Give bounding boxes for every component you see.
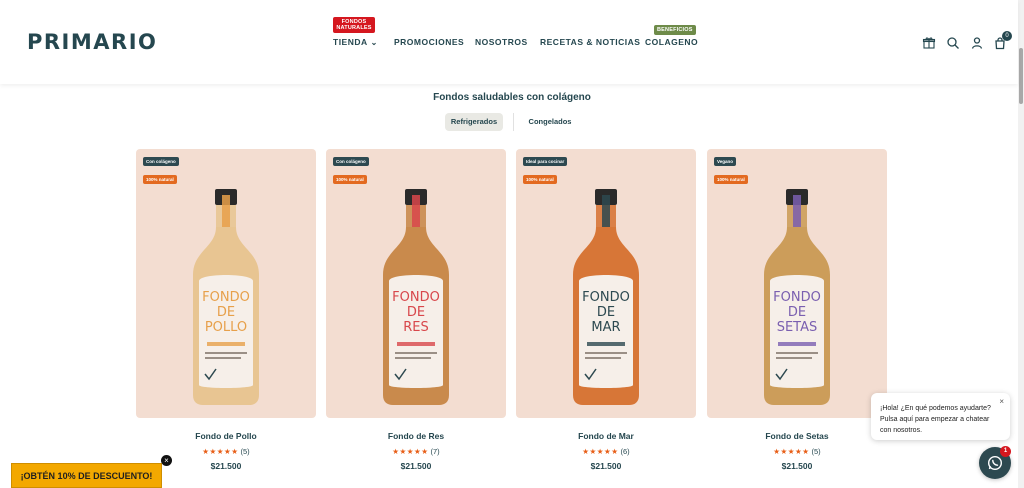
bottle-image: FONDODEMAR [573, 189, 639, 405]
product-card: Con colágeno 100% natural FONDO DE RES Fon… [326, 149, 506, 488]
product-image[interactable]: Ideal para cocinar 100% natural FONDO DE M… [516, 149, 696, 418]
chat-bubble[interactable]: × ¡Hola! ¿En qué podemos ayudarte? Pulsa… [871, 393, 1010, 440]
bottle-image: FONDODEPOLLO [193, 189, 259, 405]
nav-item-promociones[interactable]: PROMOCIONES [394, 37, 464, 47]
svg-text:MAR: MAR [591, 320, 620, 335]
svg-text:RES: RES [403, 320, 429, 335]
product-name[interactable]: Fondo de Pollo [136, 431, 316, 441]
nav-badge-fondos-naturales: FONDOS NATURALES [333, 17, 375, 33]
product-image[interactable]: Con colágeno 100% natural FONDO DE RES [326, 149, 506, 418]
gift-icon[interactable] [922, 36, 936, 50]
svg-text:POLLO: POLLO [205, 320, 247, 335]
tab-congelados[interactable]: Congelados [522, 113, 578, 131]
chat-close-button[interactable]: × [999, 396, 1004, 407]
search-icon[interactable] [946, 36, 960, 50]
product-image[interactable]: Vegano 100% natural FONDO DE SETAS [707, 149, 887, 418]
product-price: $21.500 [590, 461, 622, 471]
nav-item-nosotros[interactable]: NOSOTROS [475, 37, 528, 47]
star-rating-icon: ★★★★★ [582, 447, 619, 456]
tab-refrigerados[interactable]: Refrigerados [445, 113, 503, 131]
natural-tag: 100% natural [523, 175, 557, 184]
promo-close-button[interactable]: × [161, 455, 172, 466]
product-card: Ideal para cocinar 100% natural FONDO DE M… [516, 149, 696, 488]
svg-text:DE: DE [597, 305, 615, 320]
tab-divider [513, 113, 514, 131]
product-name[interactable]: Fondo de Mar [516, 431, 696, 441]
review-count: (6) [620, 447, 630, 456]
star-rating-icon: ★★★★★ [392, 447, 429, 456]
section-title: Fondos saludables con colágeno [433, 92, 591, 103]
chat-unread-badge: 1 [1000, 446, 1011, 457]
product-tag: Con colágeno [143, 157, 179, 166]
chevron-down-icon: ⌄ [370, 38, 378, 47]
svg-text:DE: DE [788, 305, 806, 320]
nav-item-recetas-noticias[interactable]: RECETAS & NOTICIAS [540, 37, 640, 47]
nav-item-tienda[interactable]: TIENDA ⌄ [333, 37, 378, 47]
svg-text:FONDO: FONDO [582, 290, 630, 305]
product-price: $21.500 [400, 461, 432, 471]
nav-badge-beneficios: BENEFICIOS [654, 25, 696, 35]
product-card: Vegano 100% natural FONDO DE SETAS Fondo d… [707, 149, 887, 488]
nav-item-colageno[interactable]: COLAGENO [645, 37, 698, 47]
product-card: Con colágeno 100% natural FONDO DE POLLO F… [136, 149, 316, 488]
bottle-image: FONDODESETAS [764, 189, 830, 405]
natural-tag: 100% natural [333, 175, 367, 184]
review-count: (5) [811, 447, 821, 456]
product-rating[interactable]: ★★★★★ (7) [326, 447, 506, 456]
product-rating[interactable]: ★★★★★ (5) [707, 447, 887, 456]
whatsapp-icon [987, 455, 1003, 471]
svg-text:FONDO: FONDO [773, 290, 821, 305]
product-name[interactable]: Fondo de Setas [707, 431, 887, 441]
page: PRIMARIO FONDOS NATURALES TIENDA ⌄ PROMOC… [0, 0, 1024, 488]
review-count: (5) [240, 447, 250, 456]
product-tag: Con colágeno [333, 157, 369, 166]
nav-label-tienda: TIENDA [333, 37, 368, 47]
star-rating-icon: ★★★★★ [773, 447, 810, 456]
natural-tag: 100% natural [143, 175, 177, 184]
scrollbar[interactable] [1018, 0, 1024, 488]
svg-text:DE: DE [407, 305, 425, 320]
natural-tag: 100% natural [714, 175, 748, 184]
product-tag: Ideal para cocinar [523, 157, 568, 166]
discount-promo-button[interactable]: ¡OBTÉN 10% DE DESCUENTO! [11, 463, 162, 488]
main-nav: FONDOS NATURALES TIENDA ⌄ PROMOCIONES NOS… [0, 17, 1018, 49]
bottle-image: FONDODERES [383, 189, 449, 405]
cart-count-badge: 0 [1002, 31, 1012, 41]
product-name[interactable]: Fondo de Res [326, 431, 506, 441]
product-image[interactable]: Con colágeno 100% natural FONDO DE POLLO [136, 149, 316, 418]
product-price: $21.500 [781, 461, 813, 471]
product-rating[interactable]: ★★★★★ (6) [516, 447, 696, 456]
review-count: (7) [430, 447, 440, 456]
chat-message: ¡Hola! ¿En qué podemos ayudarte? Pulsa a… [880, 405, 991, 434]
product-tag: Vegano [714, 157, 737, 166]
svg-text:FONDO: FONDO [202, 290, 250, 305]
svg-text:DE: DE [217, 305, 235, 320]
svg-text:FONDO: FONDO [392, 290, 440, 305]
svg-text:SETAS: SETAS [777, 320, 818, 335]
user-icon[interactable] [970, 36, 984, 50]
site-header: PRIMARIO FONDOS NATURALES TIENDA ⌄ PROMOC… [0, 0, 1018, 84]
star-rating-icon: ★★★★★ [202, 447, 239, 456]
